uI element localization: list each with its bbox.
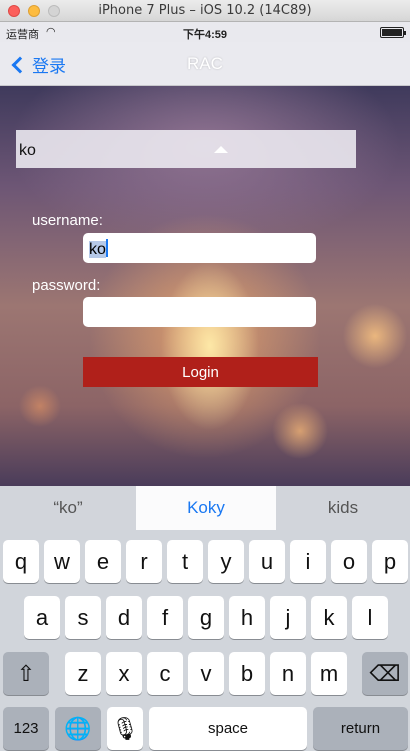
numbers-key[interactable]: 123 (3, 707, 49, 750)
key-j[interactable]: j (270, 596, 306, 639)
key-n[interactable]: n (270, 652, 306, 695)
login-button[interactable]: Login (83, 357, 318, 387)
key-p[interactable]: p (372, 540, 408, 583)
key-q[interactable]: q (3, 540, 39, 583)
shift-arrow-icon: ⇧ (16, 661, 36, 686)
suggestion-alternate[interactable]: kids (276, 486, 410, 530)
backspace-icon: ⌫ (369, 661, 401, 686)
username-value: ko (89, 241, 106, 258)
text-cursor (105, 239, 108, 257)
key-t[interactable]: t (167, 540, 203, 583)
navigation-bar: 登录 RAC (0, 42, 410, 86)
key-y[interactable]: y (208, 540, 244, 583)
space-key[interactable]: space (149, 707, 307, 750)
return-key[interactable]: return (313, 707, 408, 750)
key-w[interactable]: w (44, 540, 80, 583)
key-b[interactable]: b (229, 652, 265, 695)
key-a[interactable]: a (24, 596, 60, 639)
key-z[interactable]: z (65, 652, 101, 695)
delete-key[interactable]: ⌫ (362, 652, 408, 695)
pointer-arrow-icon (214, 146, 228, 153)
dictation-key[interactable]: 🎙 (107, 707, 143, 750)
key-d[interactable]: d (106, 596, 142, 639)
key-h[interactable]: h (229, 596, 265, 639)
suggestion-primary[interactable]: Koky (136, 486, 276, 530)
echo-text-field: ko (16, 130, 356, 168)
battery-icon (380, 27, 406, 38)
password-input[interactable] (83, 297, 316, 327)
suggestion-typed[interactable]: “ko” (0, 486, 136, 530)
nav-title: RAC (187, 54, 223, 73)
key-s[interactable]: s (65, 596, 101, 639)
username-input[interactable]: ko (83, 233, 316, 263)
key-g[interactable]: g (188, 596, 224, 639)
key-v[interactable]: v (188, 652, 224, 695)
key-c[interactable]: c (147, 652, 183, 695)
key-r[interactable]: r (126, 540, 162, 583)
key-u[interactable]: u (249, 540, 285, 583)
key-m[interactable]: m (311, 652, 347, 695)
key-k[interactable]: k (311, 596, 347, 639)
username-label: username: (32, 212, 103, 229)
status-time: 下午4:59 (182, 29, 228, 41)
key-x[interactable]: x (106, 652, 142, 695)
simulator-title-bar: iPhone 7 Plus – iOS 10.2 (14C89) (0, 0, 410, 22)
password-label: password: (32, 277, 101, 294)
globe-icon: 🌐 (64, 716, 92, 741)
key-i[interactable]: i (290, 540, 326, 583)
echo-text: ko (19, 142, 36, 159)
key-l[interactable]: l (352, 596, 388, 639)
shift-key[interactable]: ⇧ (3, 652, 49, 695)
key-f[interactable]: f (147, 596, 183, 639)
microphone-icon: 🎙 (111, 716, 139, 741)
window-title: iPhone 7 Plus – iOS 10.2 (14C89) (98, 3, 312, 18)
key-o[interactable]: o (331, 540, 367, 583)
predictive-bar: “ko” Koky kids (0, 486, 410, 530)
globe-key[interactable]: 🌐 (55, 707, 101, 750)
key-e[interactable]: e (85, 540, 121, 583)
keyboard: q w e r t y u i o p a s d f g h j k l ⇧ … (0, 530, 410, 751)
ios-status-bar: 运营商 ◠ 下午4:59 (0, 22, 410, 42)
